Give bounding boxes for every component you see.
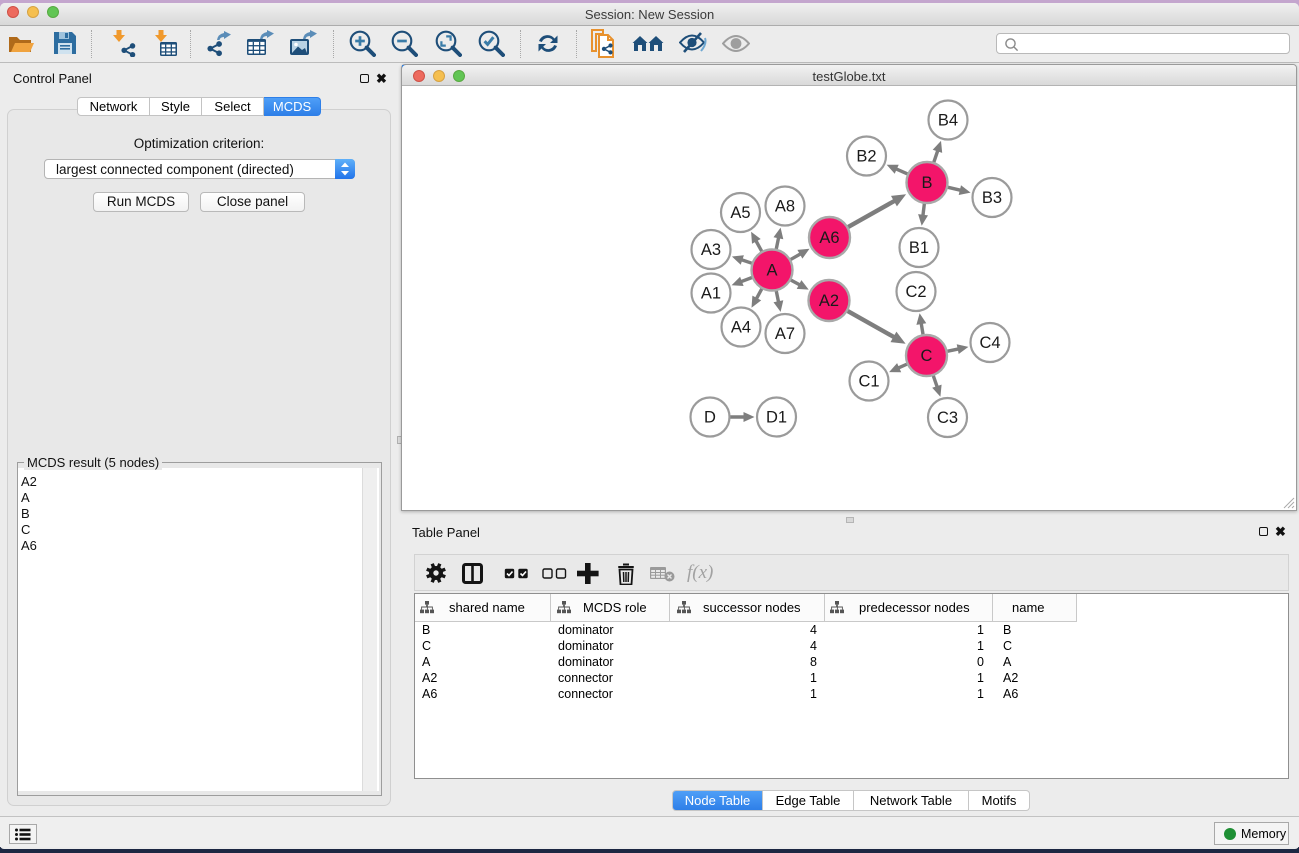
svg-text:A5: A5 bbox=[730, 204, 750, 222]
svg-text:C3: C3 bbox=[937, 409, 958, 427]
svg-text:A1: A1 bbox=[701, 285, 721, 303]
svg-text:A: A bbox=[766, 262, 777, 280]
svg-text:A6: A6 bbox=[819, 229, 839, 247]
svg-text:C2: C2 bbox=[905, 283, 926, 301]
svg-text:A3: A3 bbox=[701, 241, 721, 259]
svg-text:A8: A8 bbox=[775, 198, 795, 216]
svg-text:D: D bbox=[704, 409, 716, 427]
svg-text:B: B bbox=[921, 174, 932, 192]
svg-text:B4: B4 bbox=[938, 112, 958, 130]
svg-text:B2: B2 bbox=[856, 148, 876, 166]
svg-text:B3: B3 bbox=[982, 189, 1002, 207]
svg-text:C4: C4 bbox=[979, 334, 1000, 352]
svg-text:A2: A2 bbox=[819, 292, 839, 310]
svg-text:C1: C1 bbox=[858, 373, 879, 391]
svg-text:A4: A4 bbox=[731, 319, 751, 337]
svg-text:B1: B1 bbox=[909, 239, 929, 257]
svg-text:D1: D1 bbox=[766, 409, 787, 427]
svg-text:C: C bbox=[921, 347, 933, 365]
svg-text:A7: A7 bbox=[775, 325, 795, 343]
